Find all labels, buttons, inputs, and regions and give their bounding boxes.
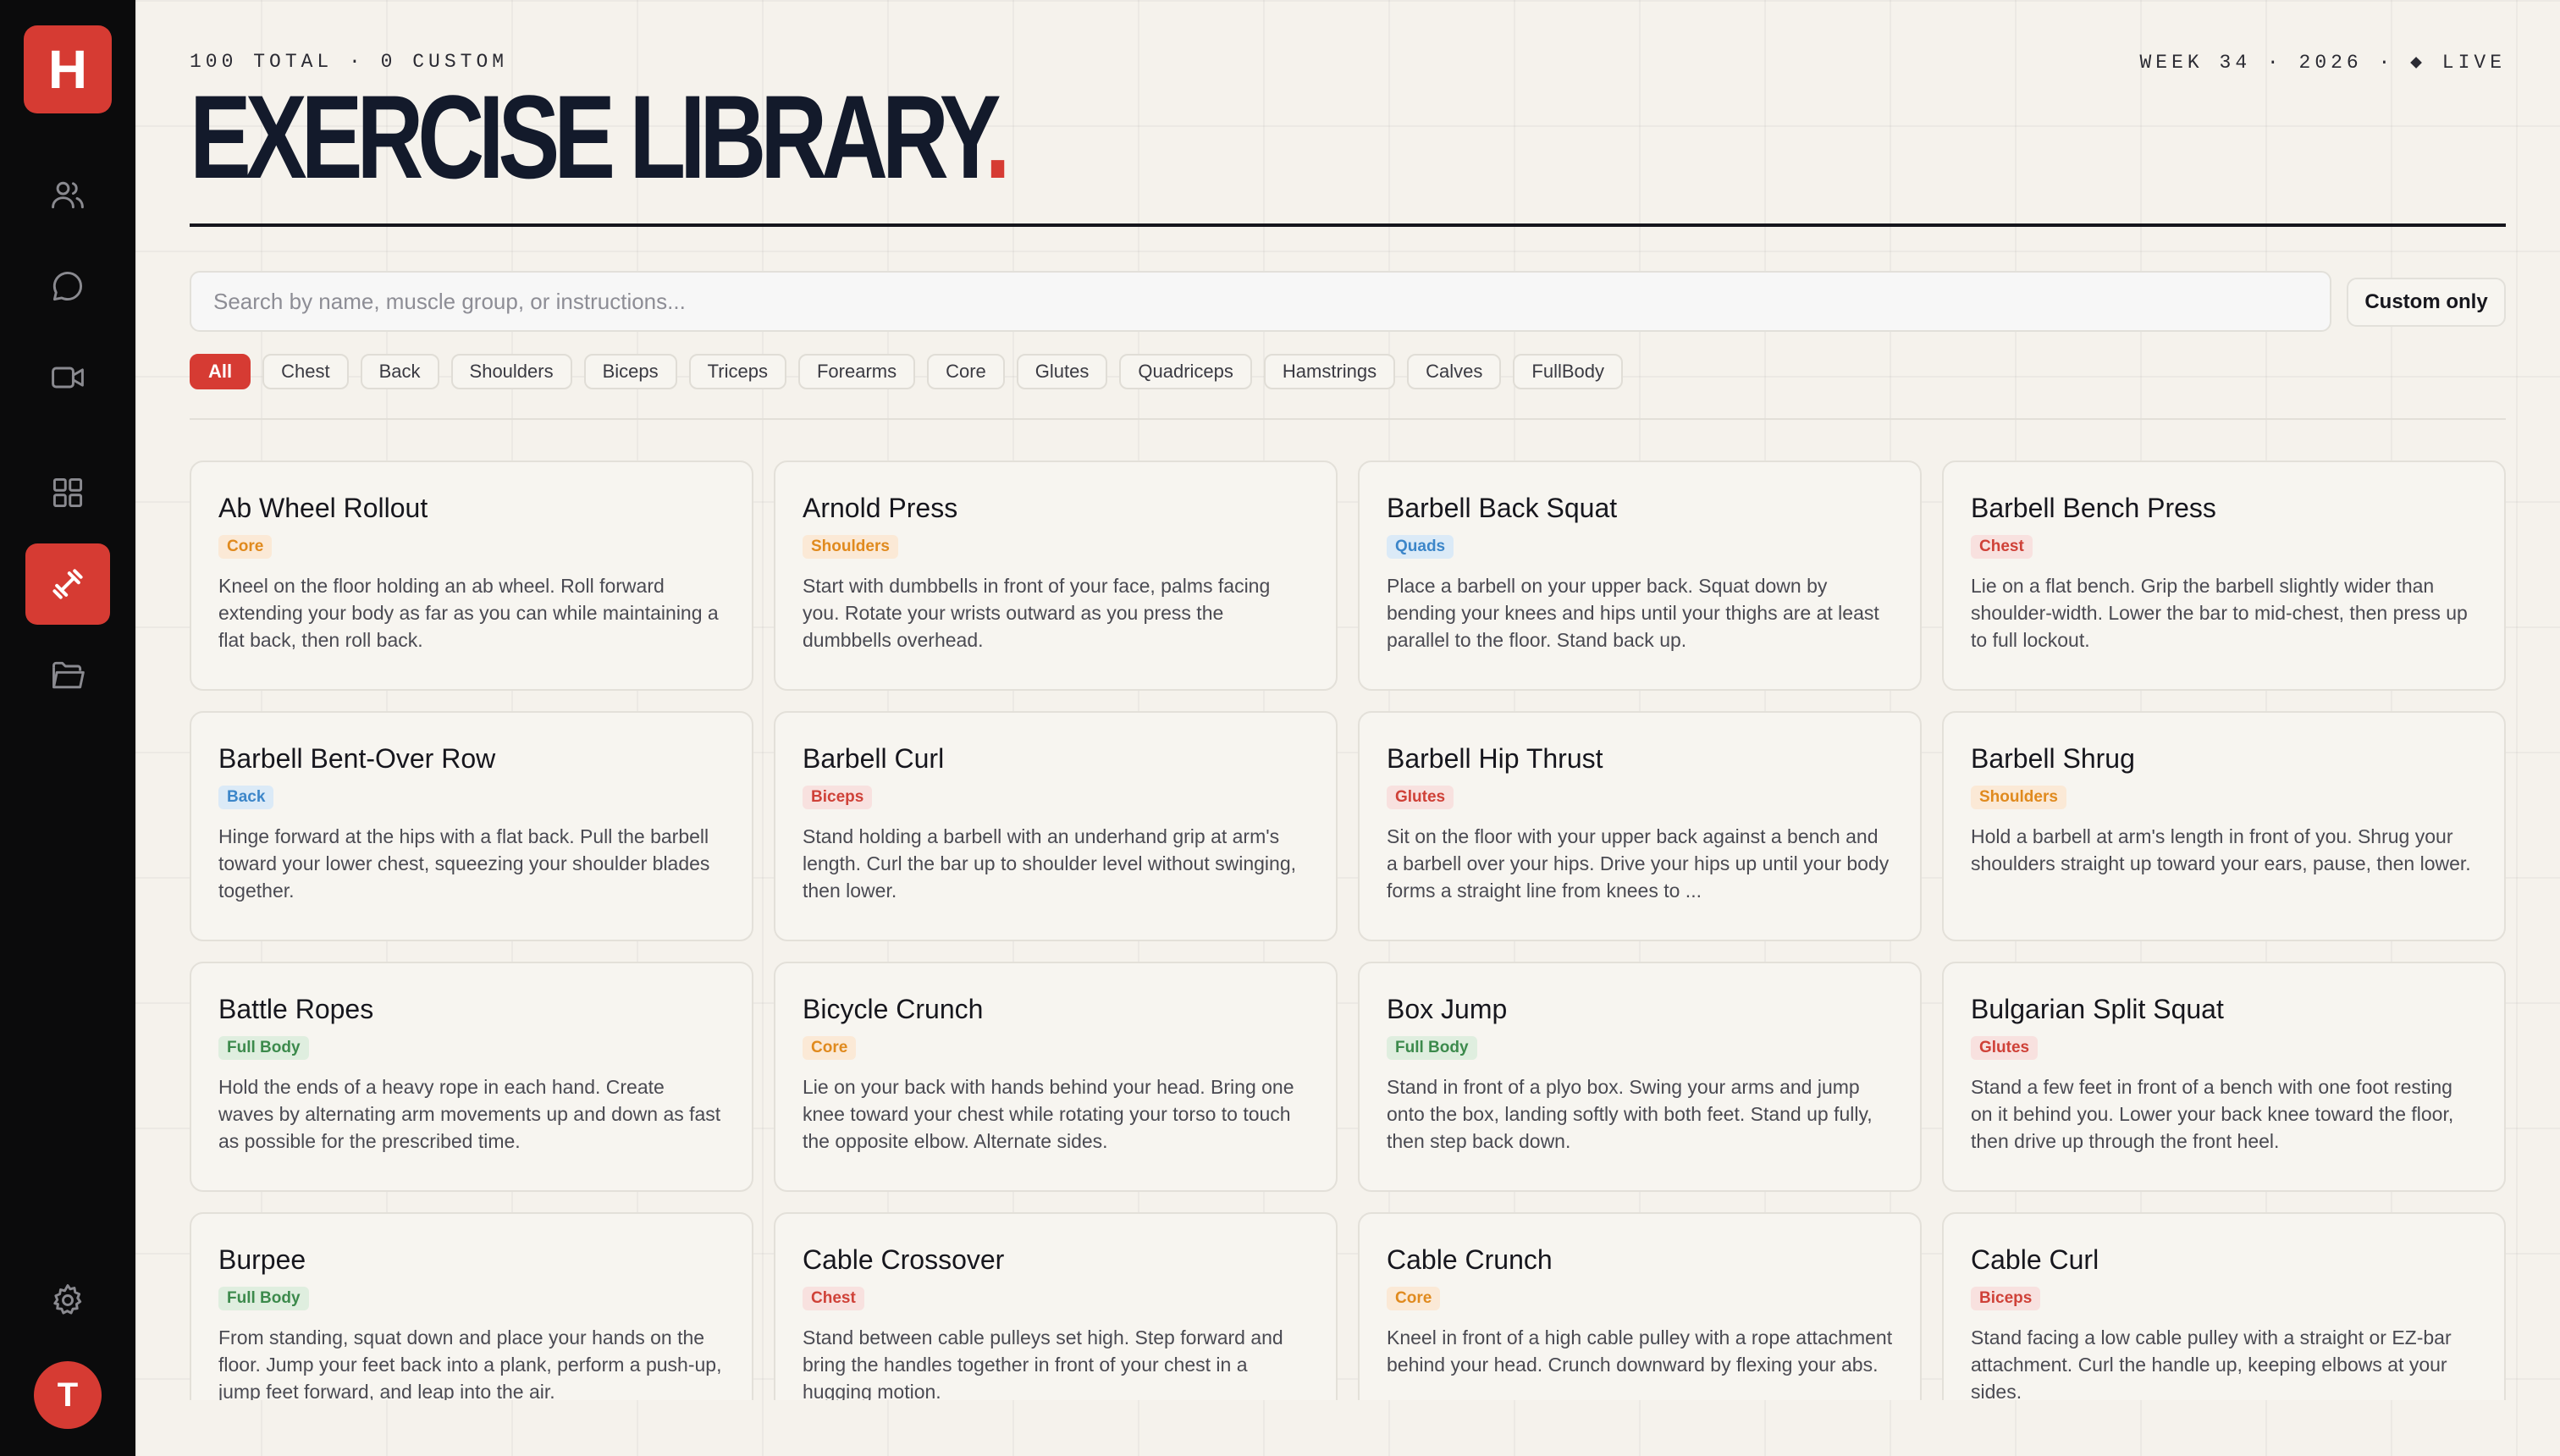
exercise-name: Burpee bbox=[218, 1244, 306, 1275]
exercise-description: Stand in front of a plyo box. Swing your… bbox=[1387, 1076, 1873, 1152]
custom-only-button[interactable]: Custom only bbox=[2347, 278, 2506, 327]
muscle-tag: Chest bbox=[803, 1287, 864, 1310]
muscle-tag: Glutes bbox=[1387, 786, 1454, 809]
folder-icon[interactable] bbox=[25, 635, 110, 716]
users-icon[interactable] bbox=[25, 154, 110, 235]
exercise-name: Cable Curl bbox=[1971, 1244, 2099, 1275]
exercise-card[interactable]: Cable Crunch Core Kneel in front of a high… bbox=[1358, 1212, 1922, 1400]
exercise-card[interactable]: Barbell Bent-Over Row Back Hinge forward a… bbox=[190, 711, 753, 941]
sidebar: H T bbox=[0, 0, 135, 1456]
muscle-tag: Full Body bbox=[218, 1036, 309, 1060]
muscle-filter-chips: All Chest Back Shoulders Biceps Triceps Forear… bbox=[190, 354, 1623, 389]
exercise-description: Kneel on the floor holding an ab wheel. … bbox=[218, 575, 719, 651]
exercise-description: Kneel in front of a high cable pulley wi… bbox=[1387, 1326, 1893, 1376]
muscle-tag: Back bbox=[218, 786, 274, 809]
exercise-name: Barbell Hip Thrust bbox=[1387, 743, 1603, 774]
exercise-name: Ab Wheel Rollout bbox=[218, 493, 428, 523]
exercise-description: Stand between cable pulleys set high. St… bbox=[803, 1326, 1283, 1400]
muscle-tag: Shoulders bbox=[1971, 786, 2066, 809]
exercise-description: Hinge forward at the hips with a flat ba… bbox=[218, 825, 710, 902]
exercise-card[interactable]: Burpee Full Body From standing, squat down… bbox=[190, 1212, 753, 1400]
exercise-description: Sit on the floor with your upper back ag… bbox=[1387, 825, 1890, 902]
filter-chip-fullbody[interactable]: FullBody bbox=[1513, 354, 1623, 389]
exercise-description: Stand a few feet in front of a bench wit… bbox=[1971, 1076, 2454, 1152]
exercise-card[interactable]: Barbell Back Squat Quads Place a barbell o… bbox=[1358, 461, 1922, 691]
gear-icon[interactable] bbox=[25, 1260, 110, 1341]
exercise-card[interactable]: Cable Crossover Chest Stand between cable … bbox=[774, 1212, 1338, 1400]
dumbbell-icon[interactable] bbox=[25, 543, 110, 625]
exercise-card[interactable]: Barbell Curl Biceps Stand holding a barbel… bbox=[774, 711, 1338, 941]
chat-icon[interactable] bbox=[25, 245, 110, 327]
exercise-card[interactable]: Cable Curl Biceps Stand facing a low cable… bbox=[1942, 1212, 2506, 1400]
page-title-text: EXERCISE LIBRARY bbox=[190, 70, 990, 203]
exercise-name: Barbell Back Squat bbox=[1387, 493, 1618, 523]
app-logo[interactable]: H bbox=[24, 25, 112, 113]
exercise-card[interactable]: Battle Ropes Full Body Hold the ends of a … bbox=[190, 962, 753, 1192]
muscle-tag: Biceps bbox=[803, 786, 873, 809]
muscle-tag: Chest bbox=[1971, 535, 2033, 559]
exercise-card[interactable]: Bulgarian Split Squat Glutes Stand a few f… bbox=[1942, 962, 2506, 1192]
filter-chip-shoulders[interactable]: Shoulders bbox=[450, 354, 572, 389]
filter-divider bbox=[190, 418, 2506, 420]
filter-chip-glutes[interactable]: Glutes bbox=[1016, 354, 1108, 389]
filter-chip-quadriceps[interactable]: Quadriceps bbox=[1119, 354, 1252, 389]
week-status: WEEK 34 · 2026 · ◆ LIVE bbox=[2139, 52, 2506, 74]
avatar[interactable]: T bbox=[34, 1361, 102, 1429]
exercise-card[interactable]: Ab Wheel Rollout Core Kneel on the floor h… bbox=[190, 461, 753, 691]
filter-chip-hamstrings[interactable]: Hamstrings bbox=[1263, 354, 1396, 389]
exercise-name: Barbell Curl bbox=[803, 743, 945, 774]
exercise-name: Bicycle Crunch bbox=[803, 994, 984, 1024]
exercise-card[interactable]: Arnold Press Shoulders Start with dumbbell… bbox=[774, 461, 1338, 691]
exercise-card[interactable]: Barbell Bench Press Chest Lie on a flat be… bbox=[1942, 461, 2506, 691]
grid-icon[interactable] bbox=[25, 452, 110, 533]
exercise-description: Lie on your back with hands behind your … bbox=[803, 1076, 1294, 1152]
exercise-name: Barbell Shrug bbox=[1971, 743, 2135, 774]
exercise-card[interactable]: Barbell Shrug Shoulders Hold a barbell at … bbox=[1942, 711, 2506, 941]
muscle-tag: Biceps bbox=[1971, 1287, 2041, 1310]
exercise-name: Bulgarian Split Squat bbox=[1971, 994, 2224, 1024]
exercise-description: Stand holding a barbell with an underhan… bbox=[803, 825, 1297, 902]
filter-chip-core[interactable]: Core bbox=[927, 354, 1005, 389]
muscle-tag: Full Body bbox=[1387, 1036, 1477, 1060]
exercise-name: Box Jump bbox=[1387, 994, 1508, 1024]
video-icon[interactable] bbox=[25, 337, 110, 418]
exercise-description: Hold a barbell at arm's length in front … bbox=[1971, 825, 2471, 874]
exercise-description: Lie on a flat bench. Grip the barbell sl… bbox=[1971, 575, 2468, 651]
filter-chip-chest[interactable]: Chest bbox=[262, 354, 349, 389]
muscle-tag: Core bbox=[1387, 1287, 1441, 1310]
exercise-card[interactable]: Bicycle Crunch Core Lie on your back with … bbox=[774, 962, 1338, 1192]
filter-chip-back[interactable]: Back bbox=[360, 354, 439, 389]
exercise-description: From standing, squat down and place your… bbox=[218, 1326, 722, 1400]
muscle-tag: Full Body bbox=[218, 1287, 309, 1310]
muscle-tag: Quads bbox=[1387, 535, 1454, 559]
title-accent-dot: . bbox=[985, 70, 1010, 203]
exercise-card[interactable]: Barbell Hip Thrust Glutes Sit on the floor… bbox=[1358, 711, 1922, 941]
exercise-name: Barbell Bent-Over Row bbox=[218, 743, 496, 774]
muscle-tag: Shoulders bbox=[803, 535, 898, 559]
exercise-description: Start with dumbbells in front of your fa… bbox=[803, 575, 1271, 651]
exercise-name: Arnold Press bbox=[803, 493, 958, 523]
muscle-tag: Glutes bbox=[1971, 1036, 2039, 1060]
filter-chip-calves[interactable]: Calves bbox=[1407, 354, 1502, 389]
filter-chip-triceps[interactable]: Triceps bbox=[688, 354, 786, 389]
filter-chip-forearms[interactable]: Forearms bbox=[797, 354, 916, 389]
exercise-name: Battle Ropes bbox=[218, 994, 374, 1024]
filter-chip-all[interactable]: All bbox=[190, 354, 251, 389]
exercise-description: Stand facing a low cable pulley with a s… bbox=[1971, 1326, 2452, 1400]
exercise-description: Place a barbell on your upper back. Squa… bbox=[1387, 575, 1879, 651]
filter-chip-biceps[interactable]: Biceps bbox=[583, 354, 677, 389]
exercise-name: Cable Crunch bbox=[1387, 1244, 1553, 1275]
exercise-card[interactable]: Box Jump Full Body Stand in front of a ply… bbox=[1358, 962, 1922, 1192]
exercise-grid: Ab Wheel Rollout Core Kneel on the floor h… bbox=[190, 461, 2506, 1400]
exercise-description: Hold the ends of a heavy rope in each ha… bbox=[218, 1076, 721, 1152]
header-divider bbox=[190, 223, 2506, 227]
muscle-tag: Core bbox=[803, 1036, 857, 1060]
exercise-name: Barbell Bench Press bbox=[1971, 493, 2216, 523]
muscle-tag: Core bbox=[218, 535, 273, 559]
page-title: EXERCISE LIBRARY. bbox=[190, 78, 1011, 196]
search-input[interactable] bbox=[190, 271, 2331, 332]
exercise-name: Cable Crossover bbox=[803, 1244, 1005, 1275]
